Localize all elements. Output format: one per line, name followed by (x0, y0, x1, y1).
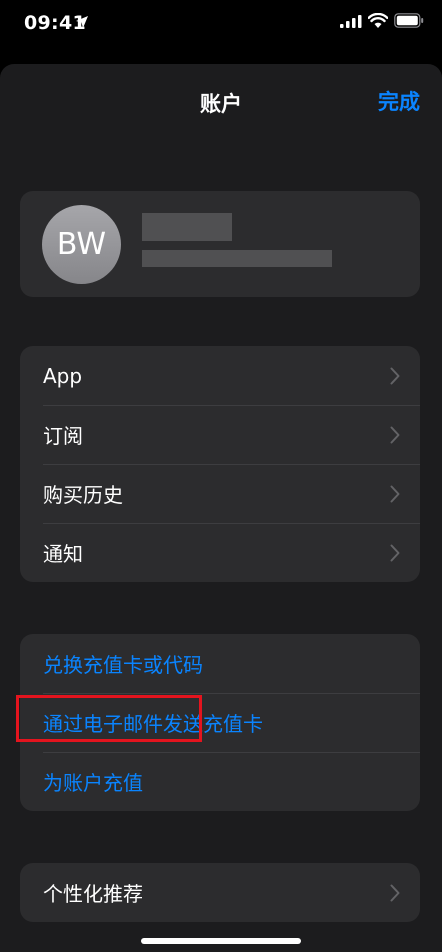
battery-icon (394, 13, 424, 28)
redacted-name (142, 213, 232, 241)
add-funds-link[interactable]: 为账户充值 (20, 752, 420, 811)
redacted-email (142, 250, 332, 267)
location-arrow-icon (76, 16, 88, 28)
redeem-gift-card-link[interactable]: 兑换充值卡或代码 (20, 634, 420, 693)
wifi-icon (368, 13, 388, 28)
chevron-right-icon (390, 367, 400, 385)
row-label: App (43, 363, 83, 388)
home-indicator[interactable] (141, 938, 301, 944)
row-label: 个性化推荐 (43, 882, 143, 906)
chevron-right-icon (390, 426, 400, 444)
account-sheet: 账户 完成 BW App 订阅 购买历史 通知 兑换充值卡或代码 通过电子邮件发… (0, 64, 442, 952)
row-purchase-history[interactable]: 购买历史 (20, 464, 420, 523)
status-bar: 09:41 (0, 0, 442, 56)
row-app[interactable]: App (20, 346, 420, 405)
row-label: 通知 (43, 542, 83, 566)
avatar: BW (42, 205, 121, 284)
row-subscriptions[interactable]: 订阅 (20, 405, 420, 464)
chevron-right-icon (390, 544, 400, 562)
row-label: 购买历史 (43, 483, 123, 507)
cellular-signal-icon (340, 15, 362, 28)
row-notifications[interactable]: 通知 (20, 523, 420, 582)
row-personalized-recommendations[interactable]: 个性化推荐 (20, 863, 420, 922)
profile-card[interactable]: BW (20, 191, 420, 297)
chevron-right-icon (390, 884, 400, 902)
row-label: 订阅 (43, 424, 83, 448)
chevron-right-icon (390, 485, 400, 503)
account-menu-list: App 订阅 购买历史 通知 (20, 346, 420, 582)
highlight-annotation-box (16, 695, 202, 742)
done-button[interactable]: 完成 (378, 86, 420, 116)
recommendations-list: 个性化推荐 (20, 863, 420, 922)
page-title: 账户 (200, 92, 242, 116)
